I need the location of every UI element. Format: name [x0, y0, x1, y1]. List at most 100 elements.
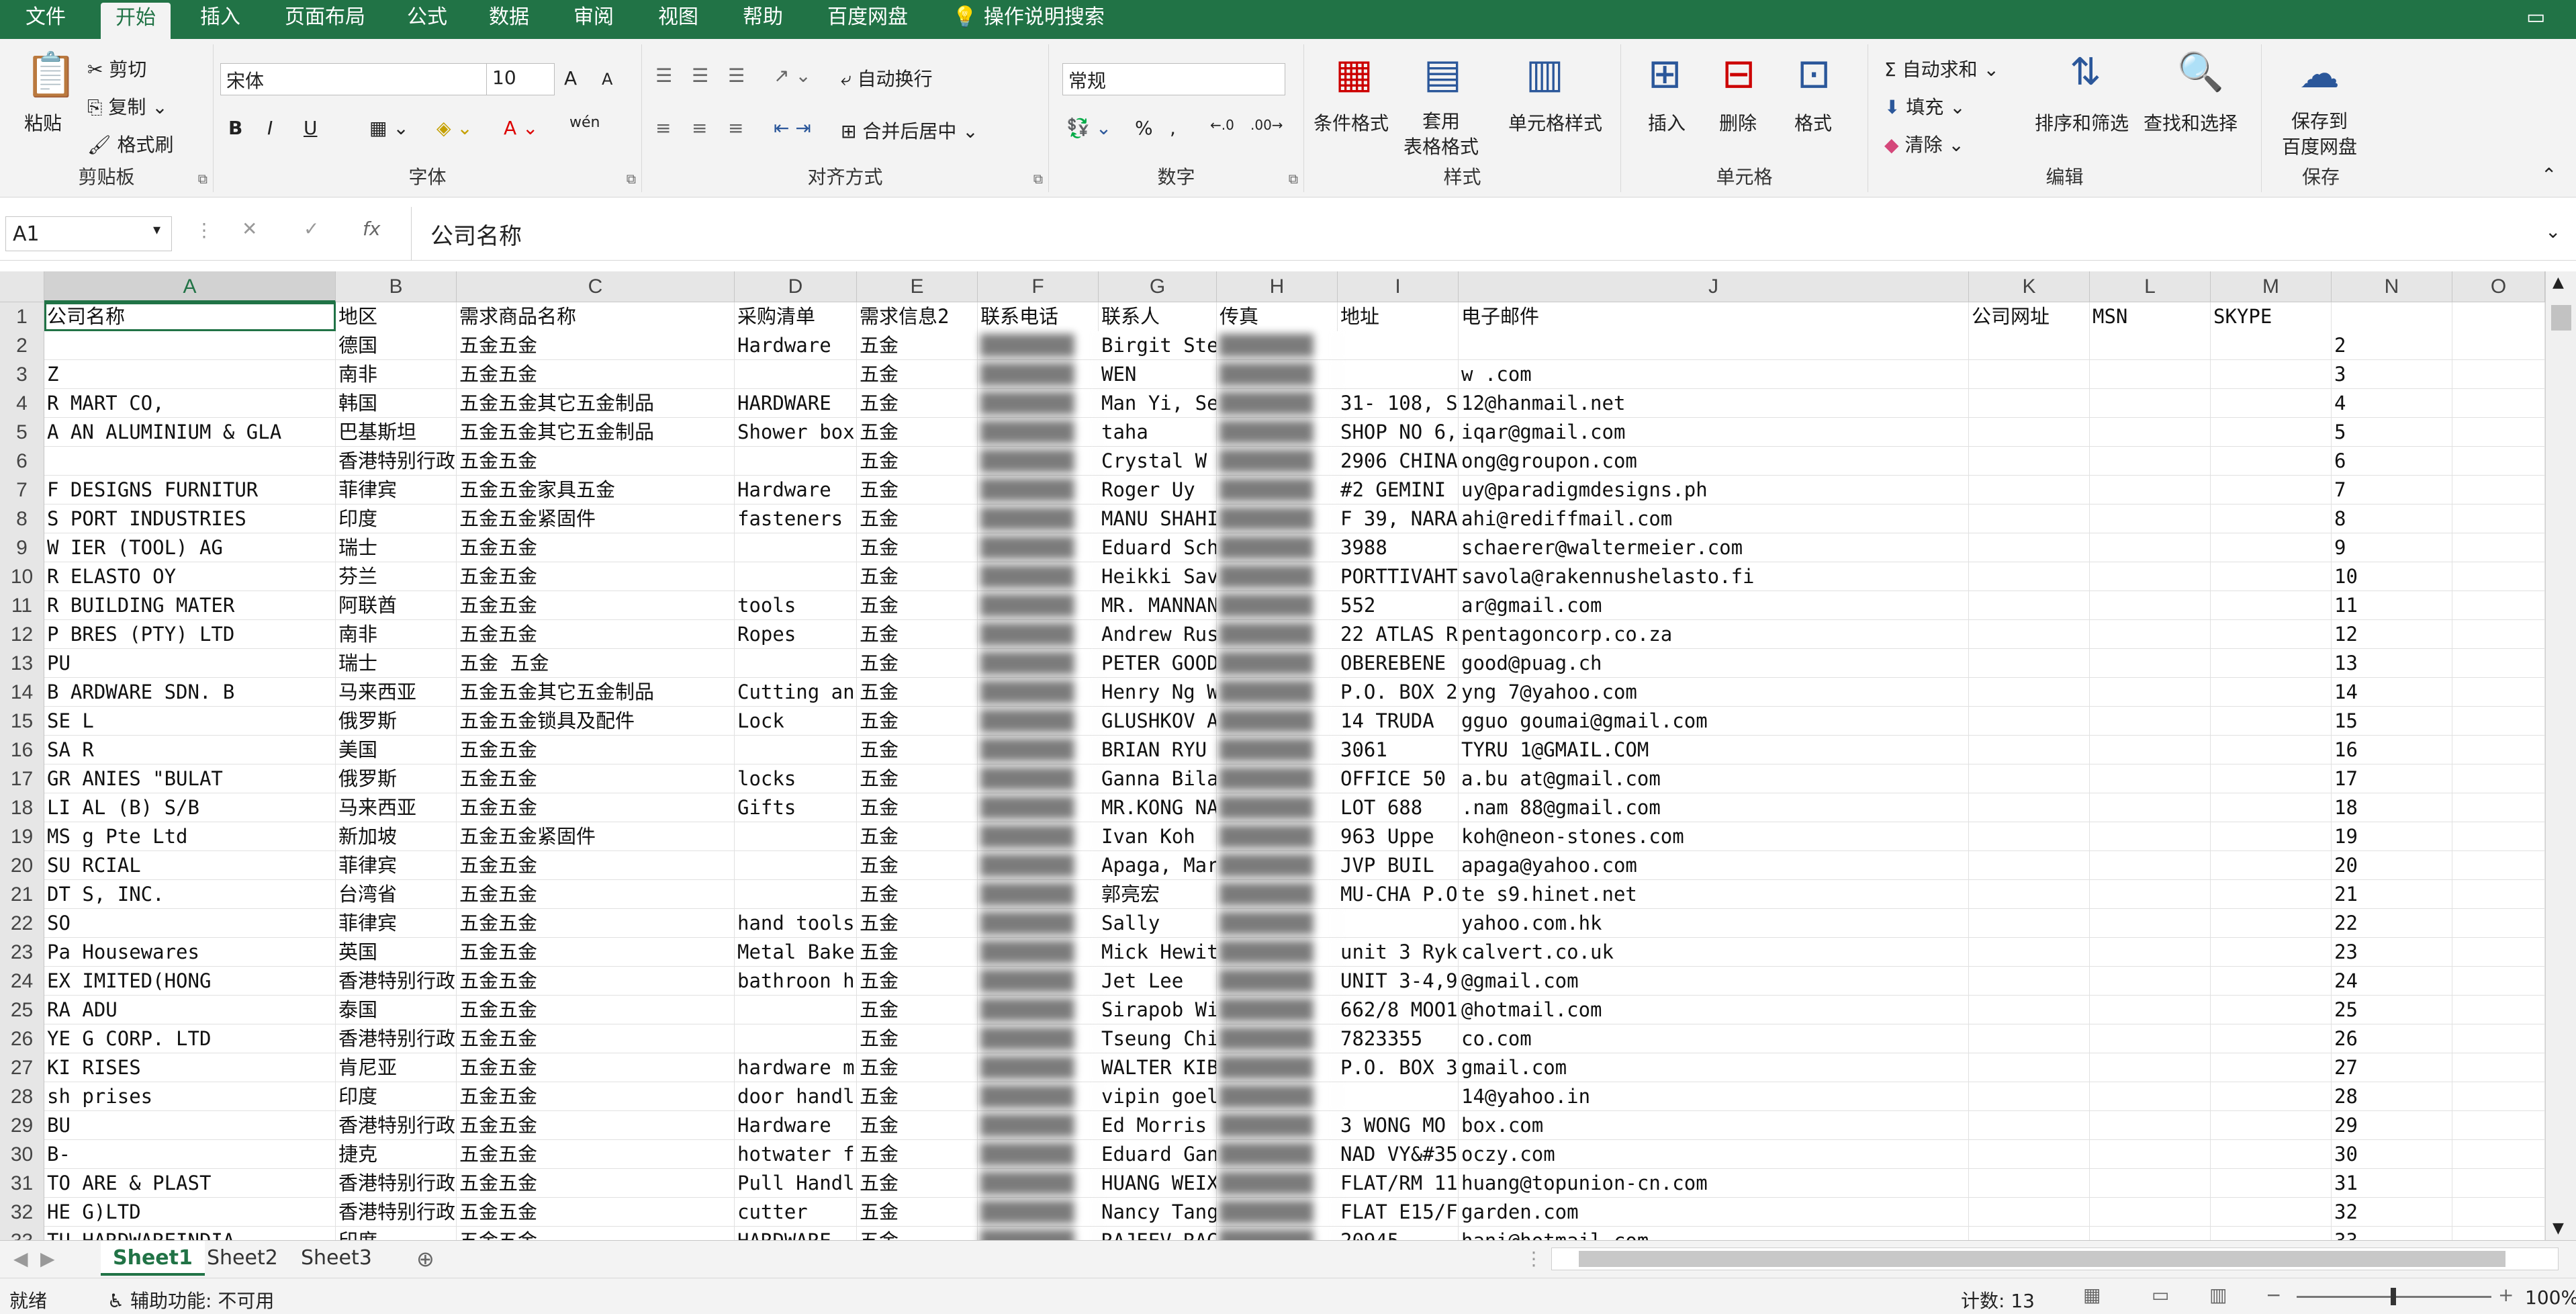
- table-cell[interactable]: apaga@yahoo.com: [1459, 851, 1969, 880]
- table-cell[interactable]: 五金五金: [457, 1053, 735, 1082]
- row-header[interactable]: 14: [0, 678, 44, 707]
- table-cell[interactable]: ████████: [1217, 562, 1338, 591]
- table-cell[interactable]: 14 TRUDA: [1338, 707, 1459, 736]
- column-header-i[interactable]: I: [1338, 271, 1459, 302]
- table-cell[interactable]: ████████: [1217, 447, 1338, 476]
- table-cell[interactable]: cutter: [735, 1198, 857, 1227]
- row-header[interactable]: 32: [0, 1198, 44, 1227]
- table-cell[interactable]: 香港特别行政区: [336, 967, 457, 996]
- table-cell[interactable]: ████████: [1217, 880, 1338, 909]
- table-cell[interactable]: Roger Uy: [1099, 476, 1217, 505]
- table-cell[interactable]: [1969, 1053, 2090, 1082]
- header-cell[interactable]: 公司网址: [1969, 302, 2090, 331]
- table-cell[interactable]: [2452, 418, 2545, 447]
- table-cell[interactable]: 五金五金: [457, 1198, 735, 1227]
- comma-button[interactable]: ,: [1170, 117, 1176, 139]
- table-cell[interactable]: ████████: [978, 360, 1099, 389]
- table-cell[interactable]: P BRES (PTY) LTD: [44, 620, 336, 649]
- table-cell[interactable]: ████████: [1217, 967, 1338, 996]
- table-cell[interactable]: ████████: [978, 996, 1099, 1024]
- table-cell[interactable]: S PORT INDUSTRIES: [44, 505, 336, 533]
- table-cell[interactable]: 22: [2332, 909, 2452, 938]
- find-select-button[interactable]: 查找和选择: [2144, 109, 2238, 136]
- table-cell[interactable]: KI RISES: [44, 1053, 336, 1082]
- zoom-in-icon[interactable]: +: [2498, 1284, 2514, 1306]
- header-cell[interactable]: [2332, 302, 2452, 331]
- table-cell[interactable]: hani@hotmail.com: [1459, 1227, 1969, 1240]
- table-cell[interactable]: unit 3 Ryk: [1338, 938, 1459, 967]
- table-cell[interactable]: 俄罗斯: [336, 707, 457, 736]
- table-cell[interactable]: 28: [2332, 1082, 2452, 1111]
- table-cell[interactable]: [2090, 880, 2211, 909]
- table-cell[interactable]: P.O. BOX 2: [1338, 678, 1459, 707]
- table-cell[interactable]: [2452, 793, 2545, 822]
- table-cell[interactable]: iqar@gmail.com: [1459, 418, 1969, 447]
- table-cell[interactable]: [2211, 909, 2332, 938]
- table-cell[interactable]: ████████: [978, 736, 1099, 764]
- name-box[interactable]: A1: [5, 216, 172, 251]
- table-cell[interactable]: ████████: [978, 1140, 1099, 1169]
- magnifier-icon[interactable]: 🔍: [2177, 54, 2224, 91]
- table-cell[interactable]: [2211, 562, 2332, 591]
- table-cell[interactable]: [1969, 678, 2090, 707]
- table-cell[interactable]: 五金: [857, 1198, 978, 1227]
- table-cell[interactable]: 俄罗斯: [336, 764, 457, 793]
- table-cell[interactable]: ████████: [978, 764, 1099, 793]
- table-cell[interactable]: 7823355: [1338, 1024, 1459, 1053]
- table-cell[interactable]: [735, 851, 857, 880]
- table-cell[interactable]: 12: [2332, 620, 2452, 649]
- table-cell[interactable]: 五金五金: [457, 533, 735, 562]
- table-cell[interactable]: RAJEEV RAG: [1099, 1227, 1217, 1240]
- table-cell[interactable]: [1969, 591, 2090, 620]
- table-cell[interactable]: 五金五金: [457, 360, 735, 389]
- table-cell[interactable]: 五金五金: [457, 1111, 735, 1140]
- table-cell[interactable]: Jet Lee: [1099, 967, 1217, 996]
- table-cell[interactable]: [1969, 822, 2090, 851]
- table-cell[interactable]: @gmail.com: [1459, 967, 1969, 996]
- table-cell[interactable]: Eduard Gan: [1099, 1140, 1217, 1169]
- table-cell[interactable]: [735, 880, 857, 909]
- table-cell[interactable]: [2211, 389, 2332, 418]
- table-cell[interactable]: [2452, 447, 2545, 476]
- table-cell[interactable]: [2211, 851, 2332, 880]
- table-cell[interactable]: [735, 649, 857, 678]
- table-cell[interactable]: LI AL (B) S/B: [44, 793, 336, 822]
- table-cell[interactable]: 662/8 MOO1: [1338, 996, 1459, 1024]
- table-cell[interactable]: ████████: [1217, 764, 1338, 793]
- table-cell[interactable]: 五金: [857, 562, 978, 591]
- tab-help[interactable]: 帮助: [728, 0, 798, 39]
- table-cell[interactable]: [1969, 1227, 2090, 1240]
- table-cell[interactable]: ████████: [978, 1227, 1099, 1240]
- table-cell[interactable]: TYRU 1@GMAIL.COM: [1459, 736, 1969, 764]
- table-cell[interactable]: 3 WONG MO: [1338, 1111, 1459, 1140]
- align-bottom-icon[interactable]: ☰: [728, 64, 745, 87]
- table-cell[interactable]: R MART CO,: [44, 389, 336, 418]
- table-cell[interactable]: [44, 331, 336, 360]
- row-header[interactable]: 15: [0, 707, 44, 736]
- header-cell[interactable]: MSN: [2090, 302, 2211, 331]
- table-cell[interactable]: 20: [2332, 851, 2452, 880]
- table-cell[interactable]: Z: [44, 360, 336, 389]
- table-cell[interactable]: 五金: [857, 707, 978, 736]
- table-cell[interactable]: MU-CHA P.O: [1338, 880, 1459, 909]
- table-cell[interactable]: [2090, 476, 2211, 505]
- table-cell[interactable]: HUANG WEIX: [1099, 1169, 1217, 1198]
- column-header-m[interactable]: M: [2211, 271, 2332, 302]
- table-cell[interactable]: 11: [2332, 591, 2452, 620]
- table-cell[interactable]: [2090, 389, 2211, 418]
- table-cell[interactable]: Apaga, Mar: [1099, 851, 1217, 880]
- table-cell[interactable]: 印度: [336, 1227, 457, 1240]
- table-cell[interactable]: 芬兰: [336, 562, 457, 591]
- vertical-scrollbar[interactable]: ▲ ▼: [2545, 271, 2576, 1240]
- table-cell[interactable]: [735, 736, 857, 764]
- table-cell[interactable]: 五金: [857, 1111, 978, 1140]
- dialog-launcher-icon[interactable]: ⧉: [1033, 171, 1043, 187]
- table-cell[interactable]: ████████: [1217, 331, 1338, 360]
- row-header[interactable]: 19: [0, 822, 44, 851]
- table-cell[interactable]: BRIAN RYU: [1099, 736, 1217, 764]
- table-cell[interactable]: SE L: [44, 707, 336, 736]
- fill-color-icon[interactable]: ◈ ⌄: [436, 117, 473, 139]
- table-cell[interactable]: PU: [44, 649, 336, 678]
- percent-button[interactable]: %: [1135, 117, 1153, 139]
- table-cell[interactable]: 五金五金: [457, 1227, 735, 1240]
